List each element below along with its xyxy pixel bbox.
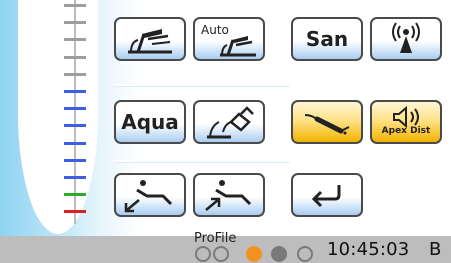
gauge-tick bbox=[64, 124, 86, 128]
auto-label: Auto bbox=[201, 23, 229, 37]
gauge-tick bbox=[64, 158, 86, 162]
rinse-button[interactable] bbox=[193, 100, 265, 144]
return-arrow-icon bbox=[311, 185, 341, 208]
wireless-signal-icon bbox=[392, 22, 420, 53]
level-gauge bbox=[18, 0, 98, 234]
page-dot[interactable] bbox=[213, 246, 229, 262]
chair-recline-up-icon bbox=[205, 180, 252, 211]
scaler-handpiece-icon bbox=[304, 114, 350, 135]
apex-dist-button[interactable]: Apex Dist bbox=[370, 100, 442, 144]
row-separator bbox=[114, 160, 290, 162]
clock-time: 10:45:03 bbox=[327, 239, 410, 260]
instrument-button[interactable] bbox=[114, 17, 186, 61]
wireless-button[interactable] bbox=[370, 17, 442, 61]
dental-unit-screen: Auto San Aqua Apex Dist ProFile 10:45:03… bbox=[0, 0, 451, 263]
chair-recline-down-icon bbox=[124, 180, 173, 213]
gauge-tick bbox=[64, 90, 86, 93]
page-dot[interactable] bbox=[271, 246, 287, 262]
gauge-tick bbox=[64, 21, 86, 25]
handpiece-instrument-icon bbox=[128, 29, 172, 54]
gauge-tick bbox=[64, 55, 86, 59]
gauge-tick bbox=[64, 141, 86, 145]
chair-down-button[interactable] bbox=[114, 173, 186, 217]
gauge-axis bbox=[74, 0, 76, 224]
apex-dist-label: Apex Dist bbox=[381, 126, 431, 136]
gauge-tick bbox=[64, 107, 86, 111]
row-separator bbox=[114, 84, 290, 86]
gauge-tick bbox=[64, 38, 86, 42]
cup-rinse-icon bbox=[207, 106, 254, 139]
gauge-tick bbox=[64, 210, 86, 214]
chair-up-button[interactable] bbox=[193, 173, 265, 217]
gauge-tick bbox=[64, 193, 86, 197]
san-label: San bbox=[305, 27, 349, 51]
aqua-label: Aqua bbox=[121, 110, 179, 134]
page-dot[interactable] bbox=[297, 246, 313, 262]
gauge-tick bbox=[64, 72, 86, 76]
auto-instrument-button[interactable]: Auto bbox=[193, 17, 265, 61]
gauge-scale bbox=[64, 0, 86, 230]
gauge-tick bbox=[64, 176, 86, 179]
back-button[interactable] bbox=[291, 173, 363, 217]
page-dot[interactable] bbox=[246, 246, 262, 262]
mode-indicator: B bbox=[429, 239, 442, 260]
scaler-button[interactable] bbox=[291, 100, 363, 144]
san-button[interactable]: San bbox=[291, 17, 363, 61]
aqua-button[interactable]: Aqua bbox=[114, 100, 186, 144]
profile-label: ProFile bbox=[194, 231, 237, 246]
speaker-icon bbox=[393, 106, 419, 128]
page-dot[interactable] bbox=[195, 246, 211, 262]
gauge-tick bbox=[64, 4, 86, 7]
